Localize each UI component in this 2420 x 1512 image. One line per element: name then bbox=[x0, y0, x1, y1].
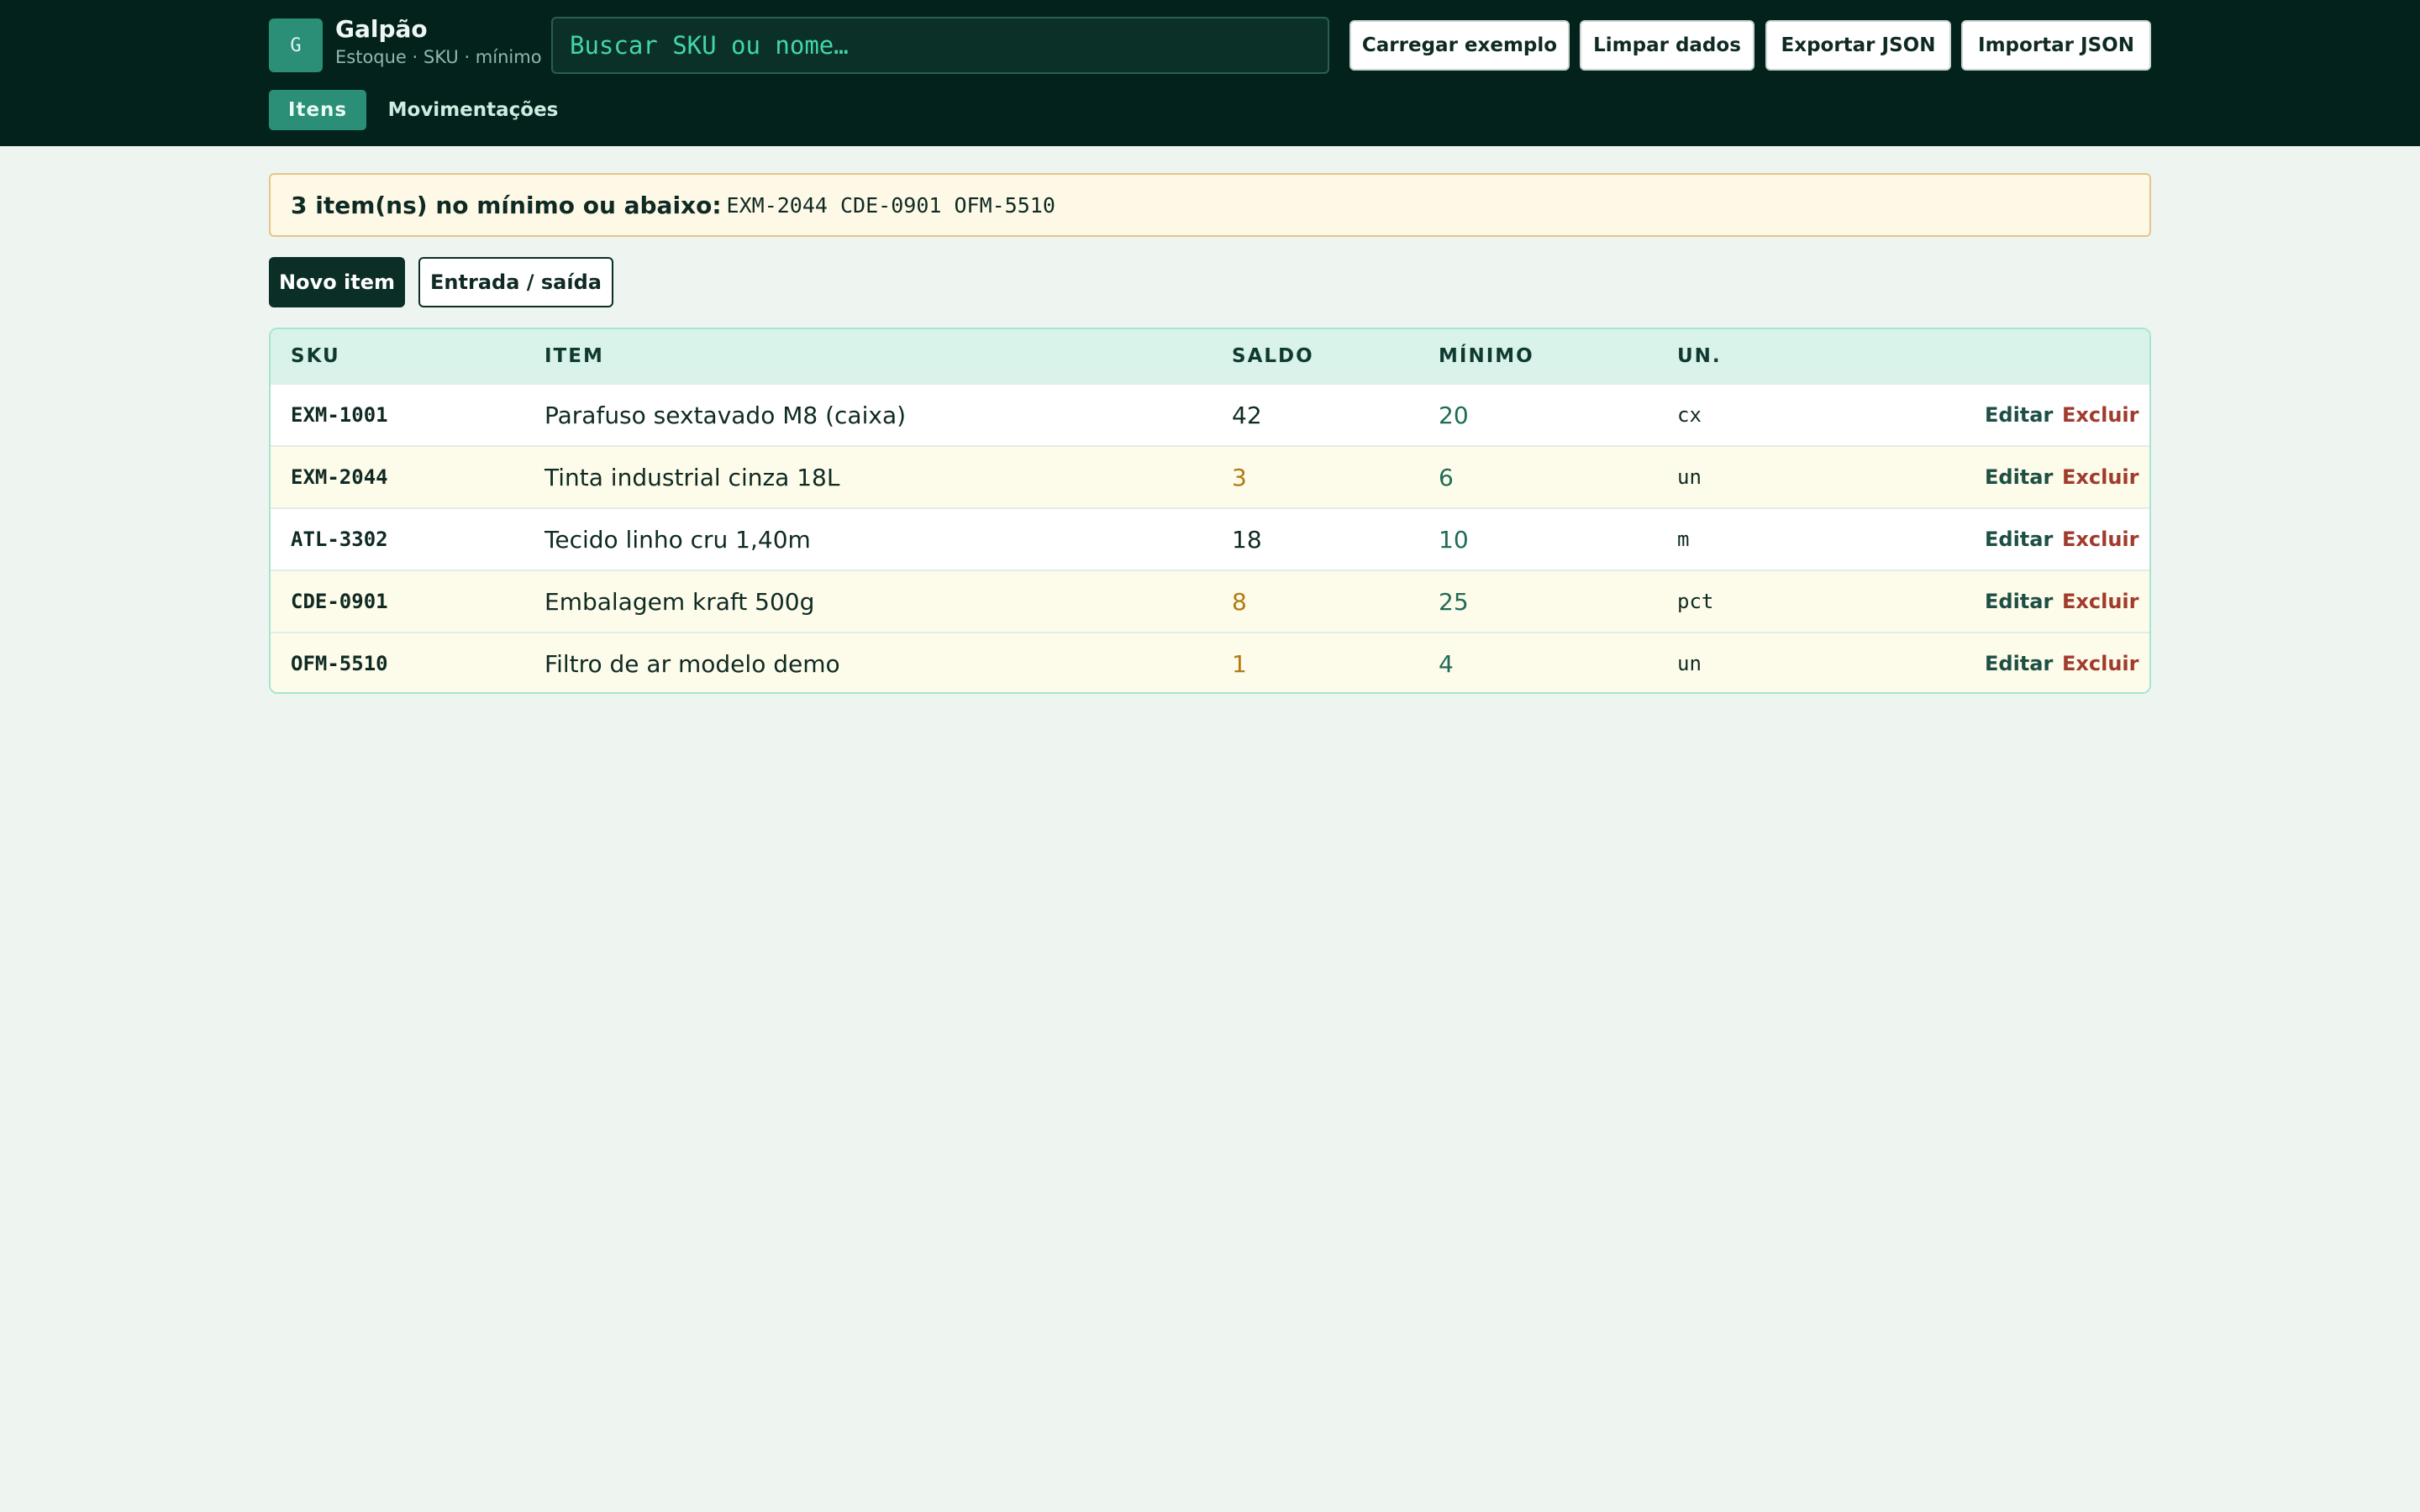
app-subtitle: Estoque · SKU · mínimo bbox=[335, 47, 542, 67]
app-name: Galpão bbox=[335, 15, 428, 43]
search-input[interactable] bbox=[551, 17, 1329, 74]
cell-item: Tinta industrial cinza 18L bbox=[544, 463, 840, 491]
edit-link[interactable]: Editar bbox=[1985, 509, 2053, 570]
low-stock-alert: 3 item(ns) no mínimo ou abaixo: EXM-2044… bbox=[269, 173, 2151, 237]
alert-sku-list: EXM-2044 CDE-0901 OFM-5510 bbox=[726, 192, 1055, 218]
edit-link[interactable]: Editar bbox=[1985, 385, 2053, 445]
delete-link[interactable]: Excluir bbox=[2062, 571, 2139, 632]
cell-sku: EXM-2044 bbox=[291, 465, 388, 489]
column-header-saldo: SALDO bbox=[1232, 345, 1314, 367]
logo-badge: G bbox=[269, 18, 323, 72]
cell-sku: OFM-5510 bbox=[291, 652, 388, 675]
column-header-minimo: MÍNIMO bbox=[1439, 345, 1534, 367]
cell-minimo: 10 bbox=[1439, 525, 1469, 554]
cell-saldo: 3 bbox=[1232, 463, 1247, 491]
column-header-item: ITEM bbox=[544, 345, 604, 367]
alert-message: 3 item(ns) no mínimo ou abaixo: bbox=[291, 191, 722, 219]
top-bar: G Galpão Estoque · SKU · mínimo Carregar… bbox=[0, 0, 2420, 146]
cell-unit: cx bbox=[1677, 403, 1702, 427]
edit-link[interactable]: Editar bbox=[1985, 447, 2053, 507]
column-header-sku: SKU bbox=[291, 345, 340, 367]
cell-unit: un bbox=[1677, 652, 1702, 675]
cell-item: Filtro de ar modelo demo bbox=[544, 649, 840, 678]
cell-unit: pct bbox=[1677, 590, 1714, 613]
cell-item: Tecido linho cru 1,40m bbox=[544, 525, 811, 554]
stock-movement-button[interactable]: Entrada / saída bbox=[418, 257, 613, 307]
table-row: EXM-2044 Tinta industrial cinza 18L 3 6 … bbox=[271, 445, 2149, 507]
items-table: SKU ITEM SALDO MÍNIMO UN. EXM-1001 Paraf… bbox=[269, 328, 2151, 694]
column-header-unit: UN. bbox=[1677, 345, 1722, 367]
import-json-button[interactable]: Importar JSON bbox=[1961, 20, 2151, 71]
cell-item: Parafuso sextavado M8 (caixa) bbox=[544, 401, 907, 429]
table-header: SKU ITEM SALDO MÍNIMO UN. bbox=[271, 329, 2149, 383]
delete-link[interactable]: Excluir bbox=[2062, 385, 2139, 445]
cell-sku: EXM-1001 bbox=[291, 403, 388, 427]
table-row: CDE-0901 Embalagem kraft 500g 8 25 pct E… bbox=[271, 570, 2149, 632]
load-example-button[interactable]: Carregar exemplo bbox=[1349, 20, 1570, 71]
cell-unit: un bbox=[1677, 465, 1702, 489]
cell-minimo: 6 bbox=[1439, 463, 1454, 491]
cell-saldo: 42 bbox=[1232, 401, 1262, 429]
cell-minimo: 25 bbox=[1439, 587, 1469, 616]
tab-items[interactable]: Itens bbox=[269, 90, 366, 130]
cell-minimo: 4 bbox=[1439, 649, 1454, 678]
edit-link[interactable]: Editar bbox=[1985, 633, 2053, 692]
new-item-button[interactable]: Novo item bbox=[269, 257, 405, 307]
clear-data-button[interactable]: Limpar dados bbox=[1580, 20, 1754, 71]
export-json-button[interactable]: Exportar JSON bbox=[1765, 20, 1951, 71]
cell-saldo: 1 bbox=[1232, 649, 1247, 678]
delete-link[interactable]: Excluir bbox=[2062, 447, 2139, 507]
cell-saldo: 8 bbox=[1232, 587, 1247, 616]
delete-link[interactable]: Excluir bbox=[2062, 509, 2139, 570]
tab-movements[interactable]: Movimentações bbox=[385, 90, 561, 130]
cell-sku: ATL-3302 bbox=[291, 528, 388, 551]
cell-item: Embalagem kraft 500g bbox=[544, 587, 815, 616]
cell-unit: m bbox=[1677, 528, 1690, 551]
table-row: ATL-3302 Tecido linho cru 1,40m 18 10 m … bbox=[271, 507, 2149, 570]
table-row: EXM-1001 Parafuso sextavado M8 (caixa) 4… bbox=[271, 383, 2149, 445]
delete-link[interactable]: Excluir bbox=[2062, 633, 2139, 692]
cell-minimo: 20 bbox=[1439, 401, 1469, 429]
edit-link[interactable]: Editar bbox=[1985, 571, 2053, 632]
table-row: OFM-5510 Filtro de ar modelo demo 1 4 un… bbox=[271, 632, 2149, 692]
cell-sku: CDE-0901 bbox=[291, 590, 388, 613]
cell-saldo: 18 bbox=[1232, 525, 1262, 554]
